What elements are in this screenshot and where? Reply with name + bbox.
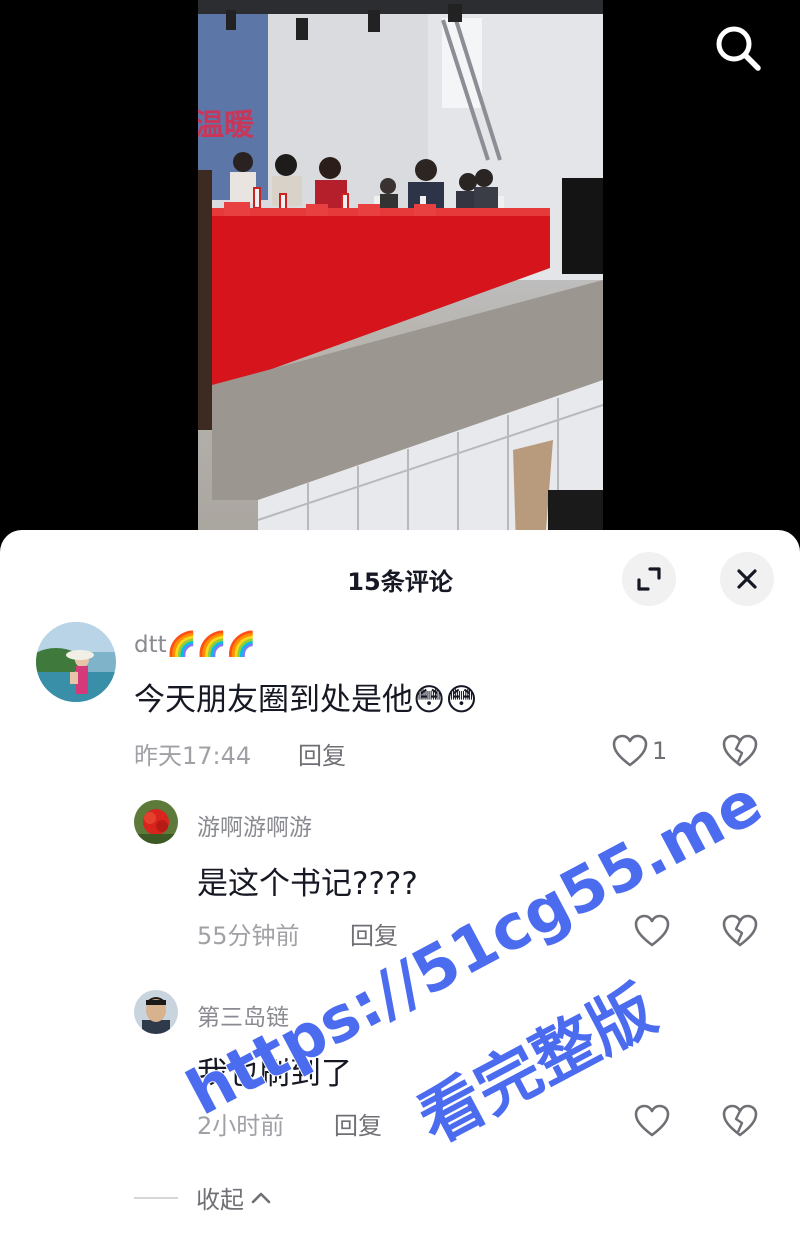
flushed-emojis: 😳😳 — [413, 682, 478, 718]
video-frame: 温暖 — [198, 0, 603, 545]
rainbow-emojis: 🌈🌈🌈 — [166, 630, 257, 658]
avatar[interactable] — [134, 990, 178, 1034]
comment-username[interactable]: 游啊游啊游 — [197, 808, 312, 842]
like-count: 1 — [652, 737, 668, 765]
like-button[interactable] — [634, 1104, 670, 1138]
reply-button[interactable]: 回复 — [334, 1106, 382, 1141]
dislike-button[interactable] — [722, 1104, 758, 1142]
reply-button[interactable]: 回复 — [298, 736, 346, 771]
broken-heart-icon — [722, 1104, 758, 1137]
like-button[interactable]: 1 — [612, 734, 667, 768]
comment-username[interactable]: dtt🌈🌈🌈 — [134, 630, 256, 658]
heart-icon — [634, 1104, 670, 1137]
chevron-up-icon — [251, 1192, 271, 1203]
search-icon — [716, 26, 761, 71]
comment-item: dtt🌈🌈🌈 今天朋友圈到处是他😳😳 昨天17:44 回复 1 — [0, 622, 800, 782]
close-button[interactable] — [720, 552, 774, 606]
heart-icon — [612, 734, 648, 767]
reply-item: 游啊游啊游 是这个书记???? 55分钟前 回复 — [0, 800, 800, 950]
broken-heart-icon — [722, 914, 758, 947]
comment-sheet: 15条评论 dtt🌈🌈🌈 今天朋友圈到处是他😳😳 昨天17:44 回复 1 游啊… — [0, 530, 800, 1246]
heart-icon — [634, 914, 670, 947]
video-scene: 温暖 — [198, 0, 603, 545]
dislike-button[interactable] — [722, 734, 758, 772]
dislike-button[interactable] — [722, 914, 758, 952]
comment-time: 55分钟前 — [197, 922, 300, 950]
comment-count-title: 15条评论 — [347, 568, 453, 596]
banner-text: 温暖 — [198, 108, 255, 143]
collapse-replies-button[interactable]: 收起 — [134, 1180, 274, 1215]
comment-time: 昨天17:44 — [134, 742, 252, 770]
comment-body: 今天朋友圈到处是他 — [134, 682, 413, 718]
video-player[interactable]: 温暖 — [0, 0, 800, 545]
reply-item: 第三岛链 我也刷到了 2小时前 回复 — [0, 990, 800, 1140]
comment-text: 是这个书记???? — [197, 866, 418, 902]
close-icon — [737, 569, 757, 589]
avatar[interactable] — [36, 622, 116, 702]
collapse-divider — [134, 1196, 178, 1199]
broken-heart-icon — [722, 734, 758, 767]
comment-time: 2小时前 — [197, 1112, 285, 1140]
comment-text: 今天朋友圈到处是他😳😳 — [134, 674, 478, 719]
like-button[interactable] — [634, 914, 670, 948]
expand-icon — [637, 567, 661, 591]
reply-button[interactable]: 回复 — [350, 916, 398, 951]
comment-text: 我也刷到了 — [197, 1056, 352, 1092]
collapse-label: 收起 — [196, 1186, 244, 1214]
expand-button[interactable] — [622, 552, 676, 606]
avatar[interactable] — [134, 800, 178, 844]
comment-username[interactable]: 第三岛链 — [197, 998, 289, 1032]
search-button[interactable] — [708, 20, 768, 76]
username-text: dtt — [134, 632, 167, 658]
